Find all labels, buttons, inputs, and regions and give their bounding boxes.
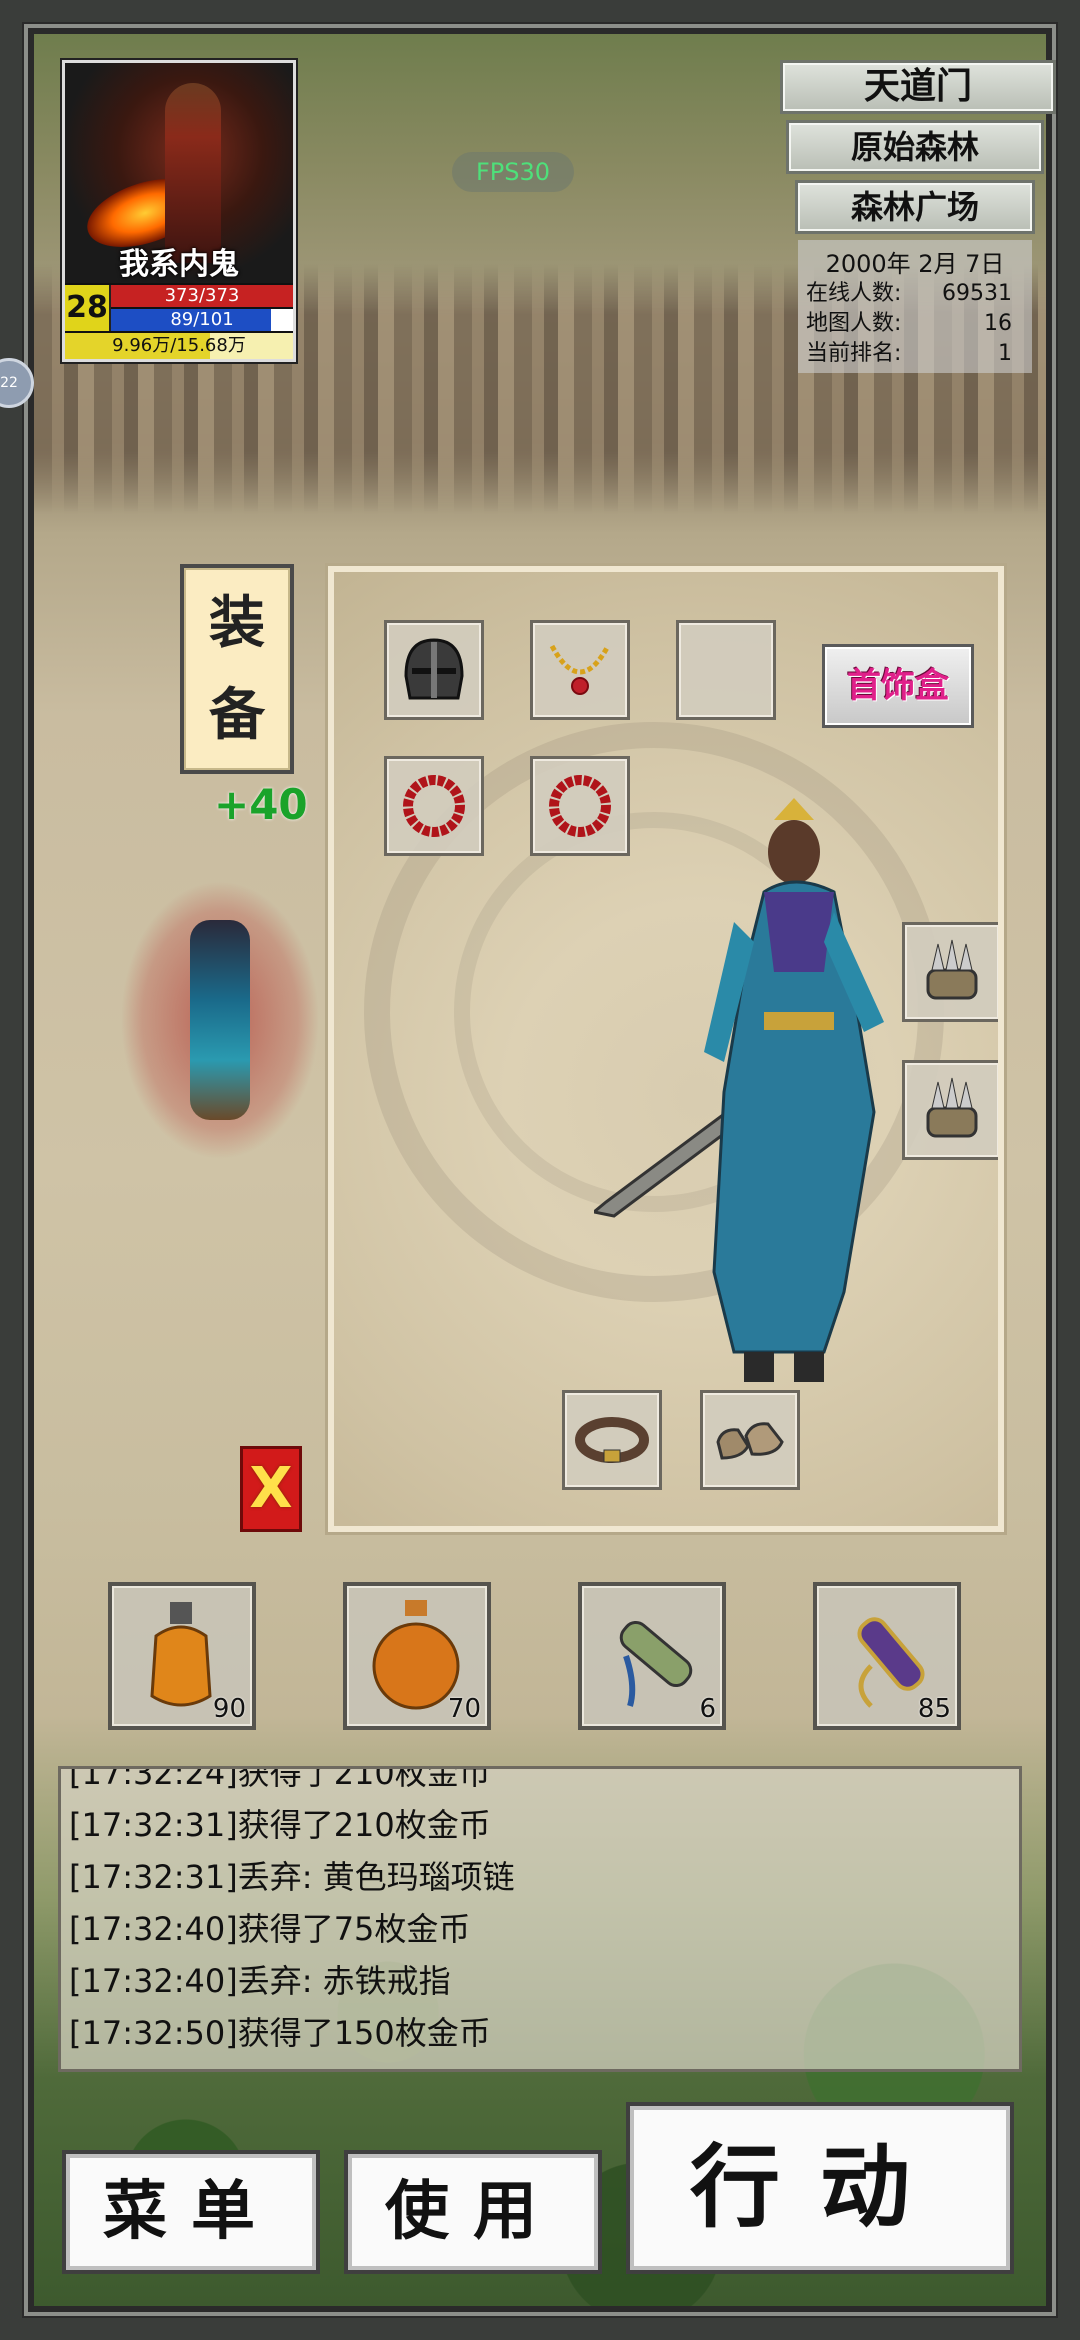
boots-icon: [716, 1422, 784, 1460]
necklace-slot[interactable]: [530, 620, 630, 720]
exp-bar: 9.96万/15.68万: [65, 333, 293, 359]
server-stats: 2000年 2月 7日 在线人数: 69531 地图人数: 16 当前排名: 1: [798, 240, 1032, 373]
sect-button[interactable]: 天道门: [780, 60, 1056, 114]
rank-value: 1: [998, 341, 1012, 366]
log-line: [17:32:24]获得了210枚金币: [69, 1766, 491, 1792]
equipment-panel: 首饰盒: [325, 563, 1007, 1535]
bracelet-icon: [403, 775, 465, 837]
quick-slot-2[interactable]: 70: [343, 1582, 491, 1730]
message-log[interactable]: [17:32:24]获得了210枚金币 [17:32:31]获得了210枚金币 …: [58, 1766, 1022, 2072]
region-button[interactable]: 原始森林: [786, 120, 1044, 174]
log-line: [17:32:40]获得了75枚金币: [69, 1910, 471, 1948]
hero-figure: [594, 798, 884, 1382]
equipment-tab-label-1: 装: [209, 591, 265, 656]
log-line: [17:32:31]丢弃: 黄色玛瑙项链: [69, 1858, 515, 1896]
equipment-tab[interactable]: 装 备: [180, 564, 294, 774]
belt-icon: [575, 1417, 649, 1463]
spiked-ring-icon: [926, 939, 978, 1000]
action-button[interactable]: 行动: [626, 2102, 1014, 2274]
boots-slot[interactable]: [700, 1390, 800, 1490]
exp-value: 9.96万/15.68万: [112, 335, 246, 356]
empty-slot[interactable]: [676, 620, 776, 720]
map-count-value: 16: [984, 311, 1012, 336]
location-panel: 天道门 原始森林 森林广场 2000年 2月 7日 在线人数: 69531 地图人…: [780, 60, 1056, 373]
player-card[interactable]: 我系内鬼 28 373/373 89/101 9.96万/15.68万: [62, 60, 296, 362]
use-button[interactable]: 使用: [344, 2150, 602, 2274]
menu-button[interactable]: 菜单: [62, 2150, 320, 2274]
rank-label: 当前排名:: [806, 341, 902, 366]
quick-slot-2-count: 70: [447, 1694, 481, 1724]
game-date: 2000年 2月 7日: [825, 250, 1005, 278]
quick-slot-1-count: 90: [212, 1694, 246, 1724]
online-value: 69531: [942, 281, 1012, 306]
character-sprite: [120, 880, 320, 1160]
belt-slot[interactable]: [562, 1390, 662, 1490]
quick-slot-4[interactable]: 85: [813, 1582, 961, 1730]
fps-counter: FPS30: [452, 152, 574, 192]
online-label: 在线人数:: [806, 281, 902, 306]
log-line: [17:32:40]丢弃: 赤铁戒指: [69, 1962, 451, 2000]
helmet-slot[interactable]: [384, 620, 484, 720]
hp-bar: 373/373: [111, 285, 293, 307]
map-count-label: 地图人数:: [806, 311, 902, 336]
area-button[interactable]: 森林广场: [795, 180, 1035, 234]
mp-bar: 89/101: [111, 309, 293, 331]
close-button[interactable]: X: [240, 1446, 302, 1532]
scroll-blue-icon: [619, 1620, 693, 1707]
equipment-tab-label-2: 备: [209, 683, 265, 748]
log-line: [17:32:50]获得了150枚金币: [69, 2014, 491, 2052]
ring-top-slot[interactable]: [902, 922, 998, 1022]
quick-slot-3[interactable]: 6: [578, 1582, 726, 1730]
quick-slot-4-count: 85: [917, 1694, 951, 1724]
log-line: [17:32:31]获得了210枚金币: [69, 1806, 491, 1844]
jewelry-box-button[interactable]: 首饰盒: [822, 644, 974, 728]
spiked-ring-icon: [926, 1077, 978, 1138]
player-name: 我系内鬼: [119, 247, 239, 282]
helmet-icon: [404, 638, 464, 700]
necklace-icon: [549, 644, 611, 695]
quick-slot-3-count: 6: [699, 1694, 716, 1724]
bracelet-left-slot[interactable]: [384, 756, 484, 856]
quick-slot-1[interactable]: 90: [108, 1582, 256, 1730]
mp-value: 89/101: [170, 309, 234, 330]
player-level: 28: [65, 285, 111, 331]
ring-bottom-slot[interactable]: [902, 1060, 998, 1160]
bonus-popup: +40: [214, 780, 308, 829]
